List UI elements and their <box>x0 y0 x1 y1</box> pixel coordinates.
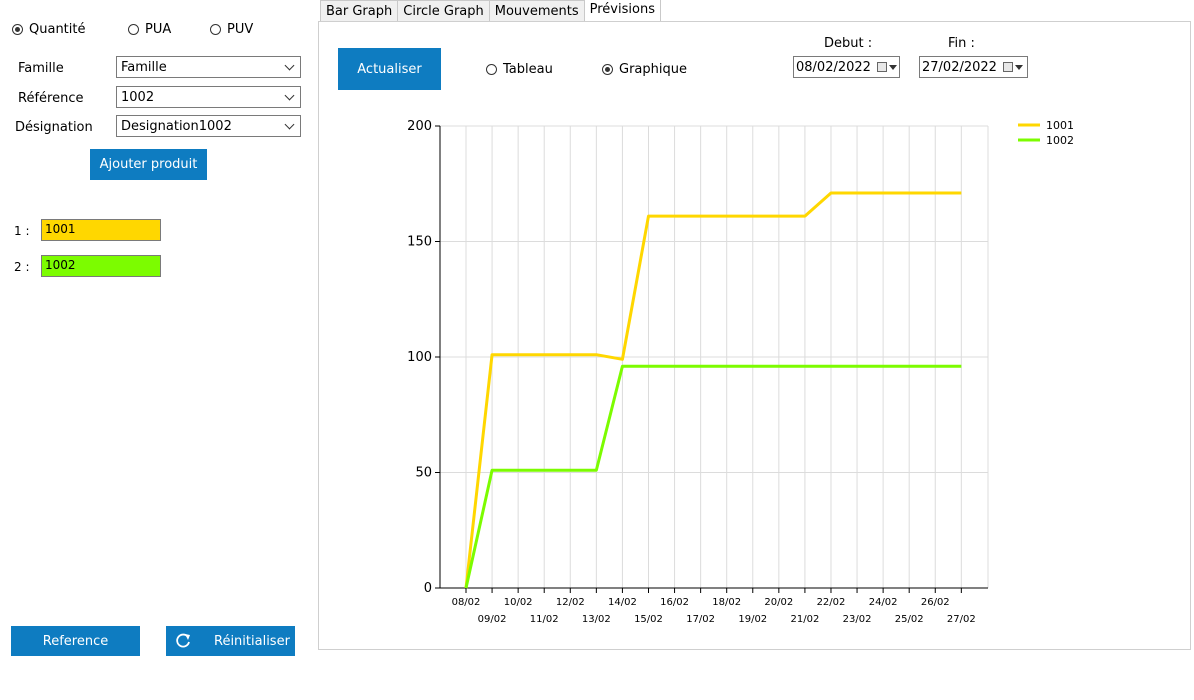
product-1-index: 1 : <box>14 224 30 238</box>
x-tick-label: 24/02 <box>869 597 898 608</box>
reference-value: 1002 <box>121 89 155 105</box>
x-tick-label: 16/02 <box>660 597 689 608</box>
radio-pua[interactable]: PUA <box>128 22 171 37</box>
y-tick-label: 0 <box>424 581 432 596</box>
radio-pua-label: PUA <box>145 22 172 37</box>
reset-button[interactable]: Réinitialiser <box>166 626 295 656</box>
famille-select[interactable]: Famille <box>116 56 301 78</box>
fin-date-picker[interactable]: 27/02/2022 <box>919 56 1028 78</box>
reference-select[interactable]: 1002 <box>116 86 301 108</box>
radio-tableau-label: Tableau <box>503 62 553 77</box>
radio-quantite[interactable]: Quantité <box>12 22 85 37</box>
radio-puv[interactable]: PUV <box>210 22 253 37</box>
reference-label: Référence <box>18 91 84 106</box>
legend-label-1001: 1001 <box>1046 119 1074 132</box>
debut-label: Debut : <box>824 36 873 51</box>
series-line-1002 <box>464 364 962 589</box>
radio-graphique[interactable]: Graphique <box>602 62 687 77</box>
calendar-icon[interactable] <box>876 62 887 72</box>
x-tick-label: 18/02 <box>712 597 741 608</box>
tab-bar: Bar Graph Circle Graph Mouvements Prévis… <box>320 0 661 24</box>
fin-label: Fin : <box>948 36 975 51</box>
x-tick-label: 23/02 <box>843 614 872 625</box>
radio-graphique-dot[interactable] <box>602 64 613 75</box>
x-tick-label: 21/02 <box>790 614 819 625</box>
designation-value: Designation1002 <box>121 118 232 134</box>
x-tick-label: 09/02 <box>478 614 507 625</box>
x-tick-label: 11/02 <box>530 614 559 625</box>
y-tick-label: 100 <box>407 350 432 365</box>
x-tick-label: 26/02 <box>921 597 950 608</box>
product-2-field[interactable]: 1002 <box>41 255 161 277</box>
x-tick-label: 27/02 <box>947 614 976 625</box>
caret-down-icon <box>1014 64 1023 70</box>
reset-button-label: Réinitialiser <box>214 633 290 649</box>
x-tick-label: 13/02 <box>582 614 611 625</box>
radio-quantite-label: Quantité <box>29 22 86 37</box>
product-1-field[interactable]: 1001 <box>41 219 161 241</box>
calendar-icon[interactable] <box>1002 62 1013 72</box>
tab-mouvements[interactable]: Mouvements <box>488 0 585 23</box>
x-tick-label: 22/02 <box>817 597 846 608</box>
designation-select[interactable]: Designation1002 <box>116 115 301 137</box>
radio-puv-label: PUV <box>227 22 254 37</box>
chevron-down-icon <box>284 90 295 100</box>
x-tick-label: 25/02 <box>895 614 924 625</box>
refresh-button[interactable]: Actualiser <box>338 48 441 90</box>
fin-date-value: 27/02/2022 <box>922 59 997 75</box>
debut-date-picker[interactable]: 08/02/2022 <box>793 56 900 78</box>
x-tick-label: 08/02 <box>452 597 481 608</box>
radio-graphique-label: Graphique <box>619 62 687 77</box>
famille-value: Famille <box>121 59 167 75</box>
add-product-button[interactable]: Ajouter produit <box>90 149 207 180</box>
radio-quantite-dot[interactable] <box>12 24 23 35</box>
x-tick-label: 17/02 <box>686 614 715 625</box>
y-tick-label: 50 <box>415 466 432 481</box>
series-line-1001 <box>464 191 962 589</box>
product-2-index: 2 : <box>14 260 30 274</box>
x-tick-label: 14/02 <box>608 597 637 608</box>
radio-tableau-dot[interactable] <box>486 64 497 75</box>
refresh-icon <box>166 632 200 650</box>
radio-pua-dot[interactable] <box>128 24 139 35</box>
previsions-line-chart: 0 50 100 150 200 08/02 09/02 10/02 11/02 12/02 13/… <box>407 119 1074 625</box>
x-tick-label: 20/02 <box>764 597 793 608</box>
debut-date-value: 08/02/2022 <box>796 59 871 75</box>
chevron-down-icon <box>284 60 295 70</box>
caret-down-icon <box>888 64 897 70</box>
x-tick-label: 10/02 <box>504 597 533 608</box>
chevron-down-icon <box>284 119 295 129</box>
tab-bar-graph[interactable]: Bar Graph <box>320 0 399 23</box>
x-tick-label: 12/02 <box>556 597 585 608</box>
reference-button[interactable]: Reference <box>11 626 140 656</box>
radio-tableau[interactable]: Tableau <box>486 62 553 77</box>
x-tick-label: 15/02 <box>634 614 663 625</box>
radio-puv-dot[interactable] <box>210 24 221 35</box>
legend-label-1002: 1002 <box>1046 134 1074 147</box>
designation-label: Désignation <box>15 120 93 135</box>
tab-circle-graph[interactable]: Circle Graph <box>397 0 490 23</box>
y-tick-label: 150 <box>407 235 432 250</box>
y-tick-label: 200 <box>407 119 432 134</box>
x-tick-label: 19/02 <box>738 614 767 625</box>
famille-label: Famille <box>18 61 64 76</box>
